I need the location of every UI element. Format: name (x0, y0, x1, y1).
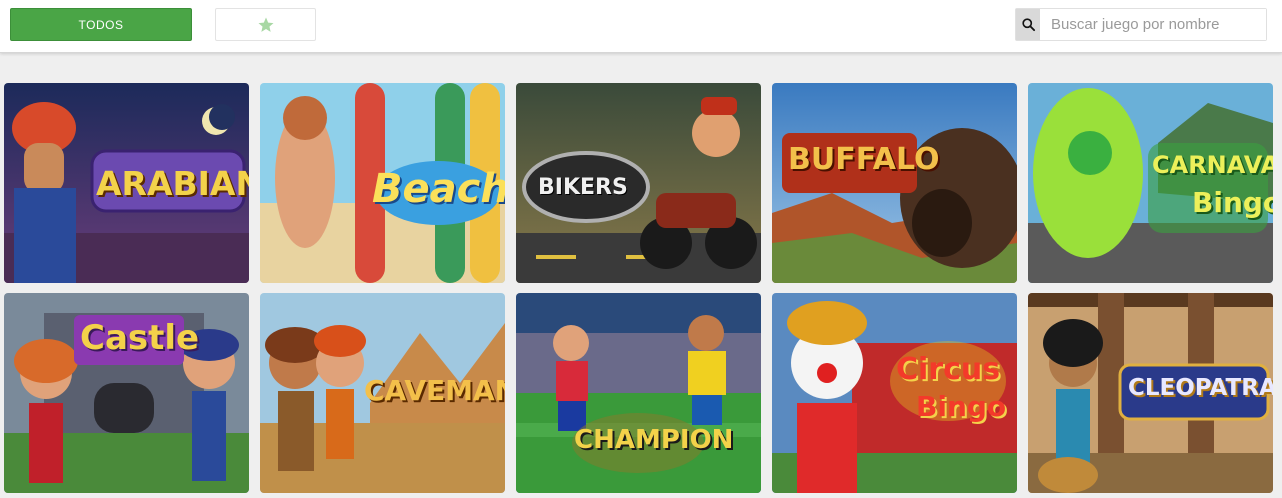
game-title: CLEOPATRA (1128, 375, 1273, 401)
game-tile-beach[interactable]: Beach (260, 83, 505, 283)
game-tile-arabian[interactable]: ARABIAN (4, 83, 249, 283)
game-tile-champion[interactable]: CHAMPION (516, 293, 761, 493)
game-title: BUFFALO (788, 142, 940, 177)
game-thumbnail (516, 293, 761, 493)
game-subtitle: Bingo (1192, 186, 1273, 219)
filter-toolbar: TODOS (0, 0, 1282, 53)
all-games-button[interactable]: TODOS (10, 8, 192, 41)
game-title: CHAMPION (574, 425, 734, 455)
game-tile-bikers[interactable]: BIKERS (516, 83, 761, 283)
game-tile-cleopatra[interactable]: CLEOPATRA (1028, 293, 1273, 493)
favorites-button[interactable] (215, 8, 316, 41)
game-title: ARABIAN (96, 164, 249, 203)
game-title: Beach (372, 166, 505, 212)
game-subtitle: Bingo (916, 390, 1007, 423)
game-title: BIKERS (538, 175, 628, 200)
game-thumbnail (772, 83, 1017, 283)
game-tile-buffalo[interactable]: BUFFALO (772, 83, 1017, 283)
game-title: Castle (80, 318, 200, 358)
search-box (1015, 8, 1267, 41)
game-title: CAVEMAN (364, 374, 505, 407)
game-tile-carnaval-bingo[interactable]: CARNAVAL Bingo (1028, 83, 1273, 283)
game-tile-caveman[interactable]: CAVEMAN (260, 293, 505, 493)
game-tile-circus-bingo[interactable]: Circus Bingo (772, 293, 1017, 493)
game-grid: ARABIAN Beach BIKERS BUFFALO CARNAVA Bin… (4, 83, 1273, 493)
star-icon (258, 17, 273, 32)
game-thumbnail (1028, 83, 1273, 283)
search-icon[interactable] (1016, 9, 1040, 40)
game-tile-castle[interactable]: Castle (4, 293, 249, 493)
game-title: CARNAVAL (1152, 151, 1273, 179)
search-input[interactable] (1040, 9, 1266, 40)
game-title: Circus (896, 352, 1001, 387)
